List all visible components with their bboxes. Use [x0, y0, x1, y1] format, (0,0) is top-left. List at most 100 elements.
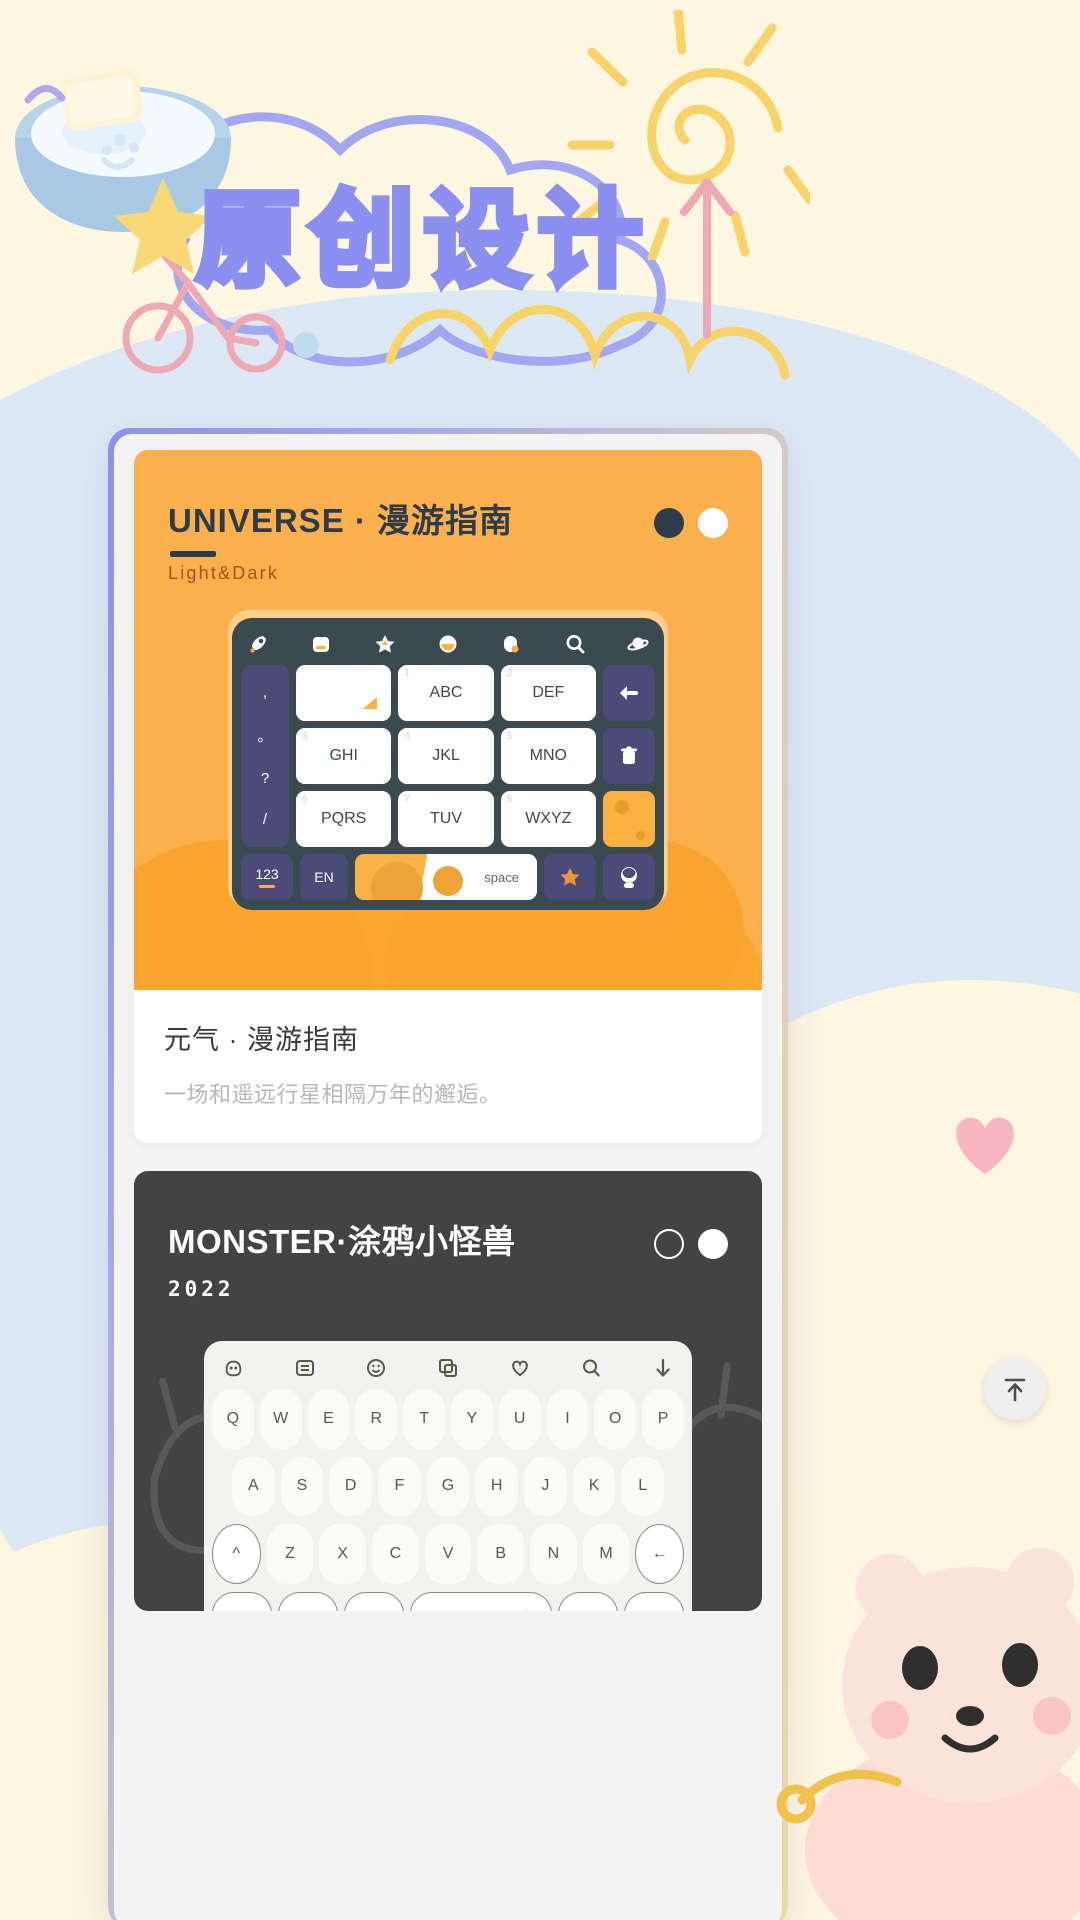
key-o[interactable]: O	[594, 1389, 637, 1449]
enter-key[interactable]: ↵	[623, 1591, 684, 1611]
key-r[interactable]: R	[355, 1389, 398, 1449]
shift-key[interactable]: ^	[212, 1524, 261, 1584]
delete-icon[interactable]	[603, 728, 655, 784]
qwerty-row-3[interactable]: ^ Z X C V B N M ←	[212, 1524, 685, 1584]
astronaut-enter-key[interactable]	[603, 854, 655, 900]
semicolon-key[interactable]: ;	[557, 1591, 618, 1611]
search-icon[interactable]	[564, 633, 586, 655]
theme-card-universe[interactable]: UNIVERSE · 漫游指南 Light&Dark , 。 ? / 1 ABC…	[134, 450, 762, 1143]
key-m[interactable]: M	[582, 1524, 630, 1584]
heart-icon[interactable]	[509, 1357, 531, 1379]
key-5[interactable]: 5 MNO	[500, 728, 596, 784]
key-w[interactable]: W	[259, 1389, 302, 1449]
key-f[interactable]: F	[378, 1456, 421, 1516]
theme-dot-hollow[interactable]	[654, 1229, 684, 1259]
key-b[interactable]: B	[477, 1524, 525, 1584]
numeric-mode-key[interactable]: 123	[241, 854, 293, 900]
rocket-icon[interactable]	[247, 633, 269, 655]
keyboard-preview-light[interactable]: Q W E R T Y U I O P A S D F G H J K L ^ …	[204, 1341, 692, 1611]
theme-dot-solid[interactable]	[698, 1229, 728, 1259]
key-0[interactable]	[296, 665, 392, 721]
key-c[interactable]: C	[372, 1524, 419, 1584]
key-k[interactable]: K	[572, 1456, 616, 1516]
grid-icon[interactable]	[294, 1357, 316, 1379]
key-v[interactable]: V	[424, 1524, 472, 1584]
key-s[interactable]: S	[280, 1456, 324, 1516]
arrow-up-icon	[1004, 1378, 1026, 1402]
monster-icon[interactable]	[222, 1357, 244, 1379]
language-key[interactable]: EN	[300, 854, 348, 900]
key-d[interactable]: D	[329, 1456, 373, 1516]
smiley-icon[interactable]	[365, 1357, 387, 1379]
key-a[interactable]: A	[232, 1456, 275, 1516]
keypad-row[interactable]: 3 GHI 4 JKL 5 MNO	[296, 728, 596, 784]
key-6[interactable]: 6 PQRS	[296, 791, 392, 847]
key-3[interactable]: 3 GHI	[296, 728, 392, 784]
copy-icon[interactable]	[437, 1357, 459, 1379]
key-z[interactable]: Z	[266, 1524, 314, 1584]
key-4[interactable]: 4 JKL	[398, 728, 494, 784]
key-i[interactable]: I	[546, 1389, 589, 1449]
key-8[interactable]: 8 WXYZ	[500, 791, 596, 847]
key-7[interactable]: 7 TUV	[398, 791, 494, 847]
punct-key-period[interactable]: 。	[257, 725, 272, 746]
keyboard-punctuation-column[interactable]: , 。 ? /	[241, 665, 289, 847]
punct-key-question[interactable]: ?	[261, 770, 269, 787]
keyboard-function-column[interactable]	[603, 665, 655, 847]
monster-header: MONSTER·涂鸦小怪兽 2022	[168, 1215, 728, 1301]
key-n[interactable]: N	[530, 1524, 577, 1584]
key-u[interactable]: U	[498, 1389, 541, 1449]
theme-dot-dark[interactable]	[654, 508, 684, 538]
key-l[interactable]: L	[621, 1456, 665, 1516]
keypad-row[interactable]: 1 ABC 2 DEF	[296, 665, 596, 721]
key-y[interactable]: Y	[450, 1389, 493, 1449]
punct-key-comma[interactable]: ,	[263, 684, 267, 701]
sticker-icon[interactable]	[500, 633, 522, 655]
qwerty-row-2[interactable]: A S D F G H J K L	[212, 1456, 684, 1516]
light-keyboard-toolbar[interactable]	[212, 1351, 684, 1381]
qwerty-row-4[interactable]: 123 CN O	[212, 1591, 684, 1611]
planet-icon[interactable]	[627, 633, 649, 655]
key-t[interactable]: T	[403, 1389, 445, 1449]
down-arrow-icon[interactable]	[652, 1357, 674, 1379]
space-key[interactable]: space	[355, 854, 537, 900]
language-key[interactable]: CN	[278, 1591, 339, 1611]
numeric-mode-key[interactable]: 123	[212, 1591, 273, 1611]
keyboard-body[interactable]: , 。 ? / 1 ABC 2 DEF 3 GHI 4 JKL 5 MNO 6 …	[241, 665, 655, 847]
scroll-to-top-button[interactable]	[984, 1358, 1046, 1420]
key-j[interactable]: J	[524, 1456, 567, 1516]
qwerty-row-1[interactable]: Q W E R T Y U I O P	[212, 1389, 684, 1449]
theme-dot-light[interactable]	[698, 508, 728, 538]
star-key[interactable]	[544, 854, 596, 900]
search-icon[interactable]	[580, 1357, 602, 1379]
keypad-row[interactable]: 6 PQRS 7 TUV 8 WXYZ	[296, 791, 596, 847]
universe-card-footer: 元气 · 漫游指南 一场和遥远行星相隔万年的邂逅。	[134, 990, 762, 1143]
key-q[interactable]: Q	[212, 1389, 254, 1449]
universe-footer-description: 一场和遥远行星相隔万年的邂逅。	[164, 1082, 502, 1107]
punct-key-slash[interactable]: /	[263, 811, 267, 828]
key-x[interactable]: X	[319, 1524, 367, 1584]
keyboard-toolbar[interactable]	[241, 628, 655, 658]
keyboard-icon[interactable]	[310, 633, 332, 655]
emoji-icon[interactable]	[437, 633, 459, 655]
backspace-key[interactable]: ←	[635, 1524, 685, 1584]
keyboard-preview-dark[interactable]: , 。 ? / 1 ABC 2 DEF 3 GHI 4 JKL 5 MNO 6 …	[232, 618, 664, 910]
keyboard-keypad[interactable]: 1 ABC 2 DEF 3 GHI 4 JKL 5 MNO 6 PQRS 7 T…	[296, 665, 596, 847]
moon-key[interactable]	[603, 791, 655, 847]
monster-theme-toggles[interactable]	[654, 1229, 728, 1259]
monster-title-block: MONSTER·涂鸦小怪兽 2022	[168, 1215, 516, 1301]
theme-mode-toggles[interactable]	[654, 508, 728, 538]
key-1[interactable]: 1 ABC	[398, 665, 494, 721]
keyboard-bottom-row[interactable]: 123 EN space	[241, 854, 655, 900]
key-h[interactable]: H	[475, 1456, 519, 1516]
key-g[interactable]: G	[426, 1456, 470, 1516]
key-2[interactable]: 2 DEF	[500, 665, 596, 721]
universe-hero: UNIVERSE · 漫游指南 Light&Dark , 。 ? / 1 ABC…	[134, 450, 762, 990]
key-e[interactable]: E	[307, 1389, 350, 1449]
theme-card-monster[interactable]: MONSTER·涂鸦小怪兽 2022 Q W E R T Y U I O P A…	[134, 1171, 762, 1611]
space-key[interactable]	[410, 1591, 552, 1611]
key-p[interactable]: P	[642, 1389, 684, 1449]
star-icon[interactable]	[374, 633, 396, 655]
emoji-mode-key[interactable]: O	[344, 1591, 405, 1611]
backspace-icon[interactable]	[603, 665, 655, 721]
